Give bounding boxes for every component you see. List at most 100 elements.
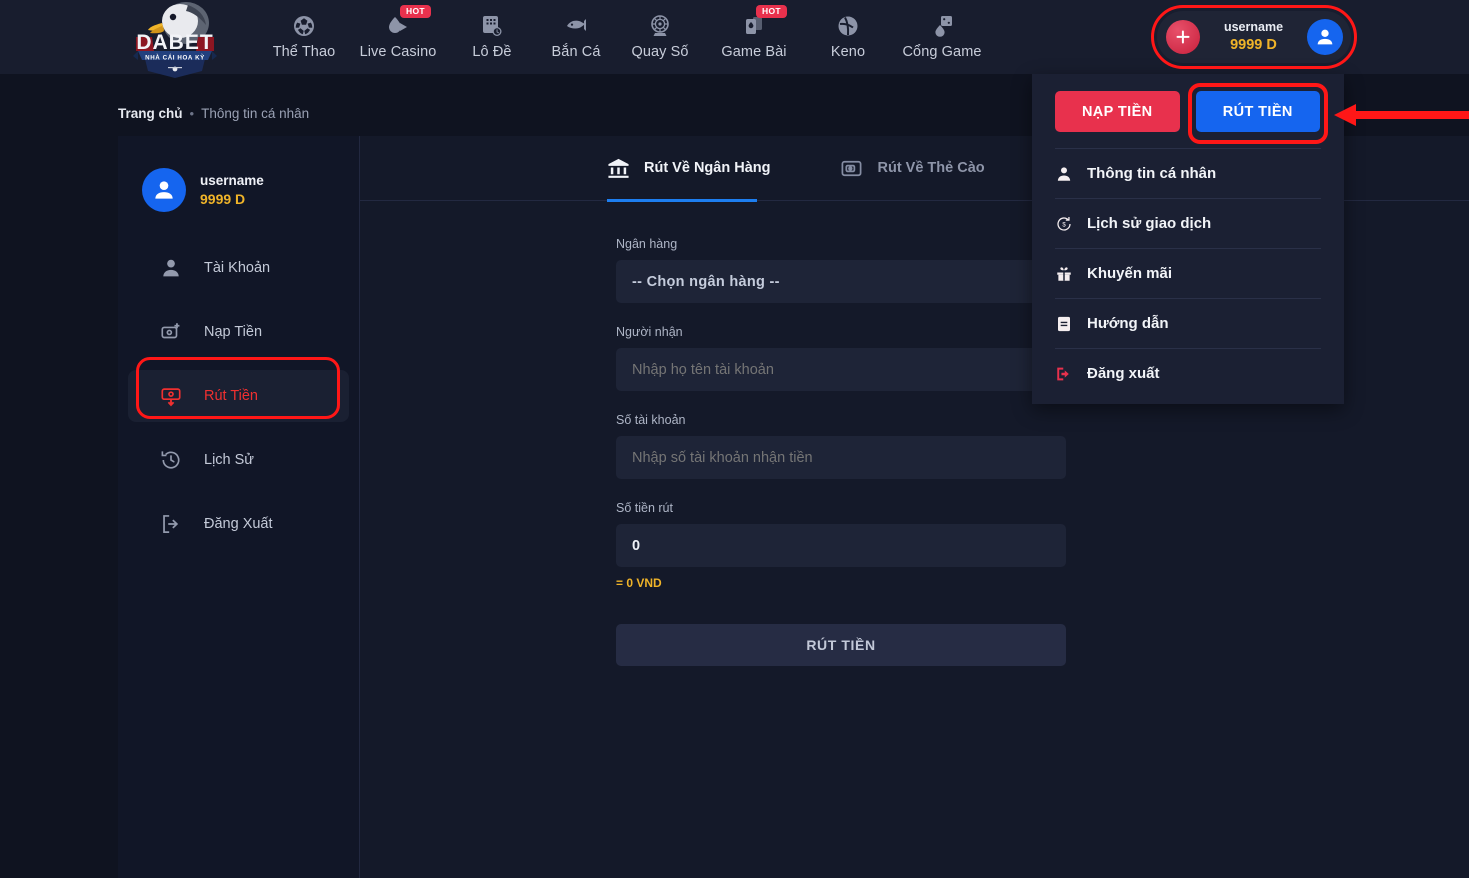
soccer-ball-icon [294, 16, 314, 36]
tab-rut-ve-ngan-hang[interactable]: Rút Về Ngân Hàng [607, 136, 840, 202]
dabet-logo[interactable]: DABET NHÀ CÁI HOA KỲ [128, 0, 222, 79]
field-label: Số tài khoản [616, 413, 686, 427]
breadcrumb-home[interactable]: Trang chủ [118, 106, 183, 121]
header-avatar[interactable] [1307, 19, 1343, 55]
dropdown-item-thong-tin-ca-nhan[interactable]: Thông tin cá nhân [1055, 148, 1321, 198]
sidebar-item-label: Nạp Tiền [204, 324, 263, 340]
field-account-number: Số tài khoản [616, 413, 1066, 479]
tab-label: Rút Về Ngân Hàng [644, 160, 771, 176]
user-account-pill[interactable]: username 9999 D [1157, 11, 1351, 63]
nav-label: Keno [830, 44, 866, 60]
lottery-ticket-icon [483, 16, 502, 36]
bank-select[interactable] [616, 260, 1066, 303]
account-sidebar: username 9999 D Tài Khoản Nạp Tiền Rút T… [118, 136, 360, 878]
svg-text:$: $ [1062, 222, 1066, 228]
breadcrumb-separator: • [189, 106, 195, 121]
nav-item-ban-ca[interactable]: Bắn Cá [534, 0, 618, 74]
amount-converted-note: = 0 VND [616, 576, 662, 590]
nav-item-keno[interactable]: Keno [806, 0, 890, 74]
tab-label: Rút Về Thẻ Cào [877, 160, 985, 176]
dropdown-item-khuyen-mai[interactable]: Khuyến mãi [1055, 248, 1321, 298]
submit-withdraw-button[interactable]: RÚT TIỀN [616, 624, 1066, 666]
sidebar-user-block: username 9999 D [118, 136, 359, 212]
history-clock-icon [161, 451, 180, 469]
user-avatar-icon [155, 181, 173, 199]
nav-label: Quay Số [631, 44, 689, 60]
keno-ball-icon [838, 16, 858, 36]
field-amount: Số tiền rút = 0 VND [616, 501, 1066, 590]
nav-item-cong-game[interactable]: Cổng Game [890, 0, 994, 74]
plus-icon[interactable] [1166, 20, 1200, 54]
app-root: DABET NHÀ CÁI HOA KỲ Thể Thao HOT Live C [0, 0, 1469, 878]
amount-input[interactable] [616, 524, 1066, 567]
dropdown-item-label: Lịch sử giao dịch [1087, 215, 1212, 232]
sidebar-user-text: username 9999 D [200, 172, 264, 208]
account-number-input[interactable] [616, 436, 1066, 479]
dropdown-item-label: Hướng dẫn [1087, 315, 1169, 332]
nav-item-live-casino[interactable]: HOT Live Casino [346, 0, 450, 74]
deposit-money-icon [161, 323, 180, 339]
header-balance: 9999 D [1230, 36, 1277, 53]
dropdown-item-huong-dan[interactable]: Hướng dẫn [1055, 298, 1321, 348]
hot-badge: HOT [400, 5, 431, 18]
transaction-history-icon: $ [1057, 216, 1071, 231]
field-label: Người nhận [616, 325, 683, 339]
nav-item-quay-so[interactable]: Quay Số [618, 0, 702, 74]
sidebar-item-rut-tien[interactable]: Rút Tiền [128, 370, 349, 422]
tab-rut-ve-the-cao[interactable]: Rút Về Thẻ Cào [840, 136, 1054, 201]
prepaid-card-icon [842, 160, 862, 176]
gift-icon [1057, 266, 1071, 281]
user-info: username 9999 D [1200, 20, 1307, 54]
sidebar-item-label: Tài Khoản [204, 260, 271, 276]
sidebar-item-tai-khoan[interactable]: Tài Khoản [118, 242, 359, 294]
dropdown-item-lich-su-giao-dich[interactable]: $ Lịch sử giao dịch [1055, 198, 1321, 248]
left-arrow-annotation [1334, 104, 1469, 126]
sidebar-item-label: Lịch Sử [204, 452, 255, 468]
field-bank: Ngân hàng [616, 237, 1066, 303]
dropdown-item-label: Đăng xuất [1087, 365, 1160, 382]
sidebar-item-dang-xuat[interactable]: Đăng Xuất [118, 498, 359, 550]
field-recipient: Người nhận [616, 325, 1066, 391]
nav-item-game-bai[interactable]: HOT Game Bài [702, 0, 806, 74]
withdraw-button[interactable]: RÚT TIỀN [1195, 91, 1320, 132]
dropdown-item-label: Khuyến mãi [1087, 265, 1173, 282]
game-portal-icon [935, 16, 952, 37]
person-icon [1057, 166, 1071, 181]
nav-label: Bắn Cá [551, 44, 601, 60]
user-avatar-icon [1317, 29, 1333, 45]
field-label: Ngân hàng [616, 237, 678, 251]
site-header: DABET NHÀ CÁI HOA KỲ Thể Thao HOT Live C [0, 0, 1469, 78]
dabet-logo-svg: DABET NHÀ CÁI HOA KỲ [133, 2, 217, 78]
sidebar-balance: 9999 D [200, 190, 246, 207]
sidebar-menu: Tài Khoản Nạp Tiền Rút Tiền Lịch Sử Đăng… [118, 242, 359, 550]
dropdown-button-row: NẠP TIỀN RÚT TIỀN [1032, 74, 1344, 148]
dropdown-item-dang-xuat[interactable]: Đăng xuất [1055, 348, 1321, 398]
svg-text:NHÀ CÁI HOA KỲ: NHÀ CÁI HOA KỲ [145, 55, 205, 62]
nav-item-the-thao[interactable]: Thể Thao [262, 0, 346, 74]
deposit-button[interactable]: NẠP TIỀN [1055, 91, 1180, 132]
sidebar-item-nap-tien[interactable]: Nạp Tiền [118, 306, 359, 358]
nav-label: Thể Thao [272, 44, 336, 60]
field-label: Số tiền rút [616, 501, 673, 515]
header-username: username [1223, 20, 1284, 35]
person-icon [163, 259, 179, 277]
dropdown-item-label: Thông tin cá nhân [1087, 165, 1217, 182]
logout-icon [163, 515, 179, 533]
logout-icon [1057, 367, 1069, 380]
nav-label: Game Bài [721, 44, 787, 60]
hot-badge: HOT [756, 5, 787, 18]
sidebar-item-lich-su[interactable]: Lịch Sử [118, 434, 359, 486]
document-icon [1058, 316, 1070, 331]
svg-text:DABET: DABET [136, 31, 213, 54]
recipient-input[interactable] [616, 348, 1066, 391]
dropdown-menu-list: Thông tin cá nhân $ Lịch sử giao dịch Kh… [1032, 148, 1344, 398]
bank-icon [608, 158, 629, 178]
sidebar-item-label: Đăng Xuất [204, 516, 273, 532]
nav-label: Lô Đề [472, 44, 512, 60]
withdraw-money-icon [161, 388, 181, 407]
sidebar-item-label: Rút Tiền [204, 388, 258, 404]
account-dropdown-menu: NẠP TIỀN RÚT TIỀN Thông tin cá nhân $ Lị… [1032, 74, 1344, 404]
fish-shooting-icon [567, 19, 586, 31]
main-nav: Thể Thao HOT Live Casino Lô Đề Bắn Cá Qu… [262, 0, 994, 74]
nav-item-lo-de[interactable]: Lô Đề [450, 0, 534, 74]
